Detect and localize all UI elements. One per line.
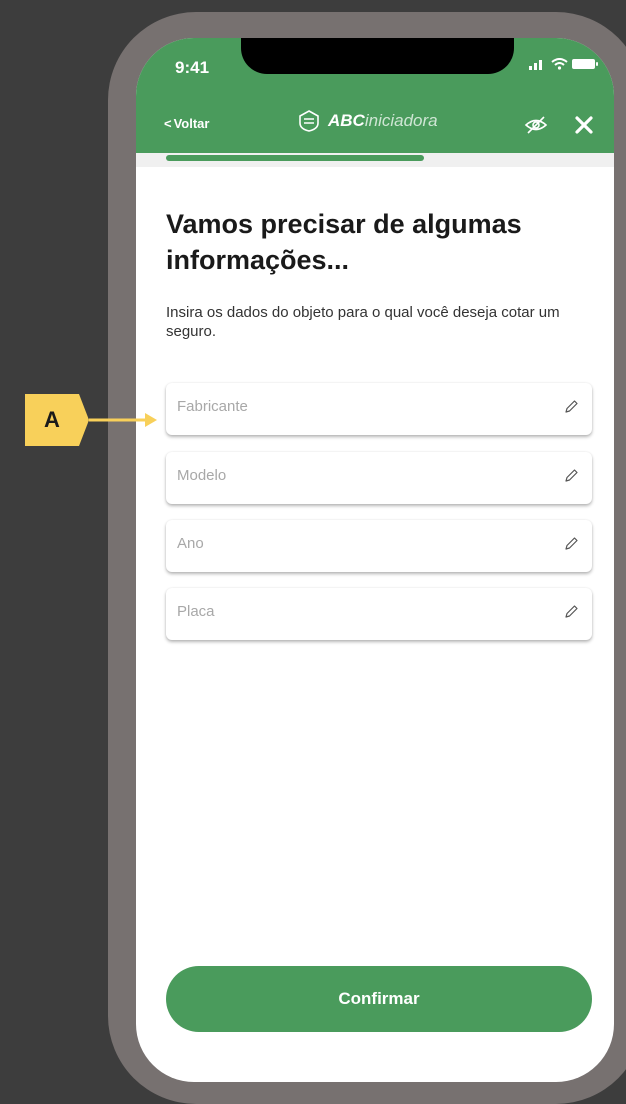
year-field[interactable]: Ano xyxy=(166,520,592,572)
chevron-left-icon: < xyxy=(164,116,172,131)
plate-placeholder: Placa xyxy=(177,603,215,620)
plate-field[interactable]: Placa xyxy=(166,588,592,640)
annotation-callout: A xyxy=(25,394,89,446)
manufacturer-field[interactable]: Fabricante xyxy=(166,383,592,435)
pencil-icon xyxy=(563,468,579,489)
notch xyxy=(241,38,514,74)
battery-icon xyxy=(572,59,598,69)
brand-name-light: iniciadora xyxy=(364,111,438,130)
back-button[interactable]: < Voltar xyxy=(164,116,209,131)
eye-off-icon xyxy=(524,116,548,134)
annotation-label: A xyxy=(44,407,60,432)
pencil-icon xyxy=(563,399,579,420)
page-title: Vamos precisar de algumas informações... xyxy=(166,209,522,275)
model-field[interactable]: Modelo xyxy=(166,452,592,504)
eye-off-button[interactable] xyxy=(524,116,548,139)
brand-name-bold: ABC xyxy=(328,111,365,130)
wifi-icon xyxy=(551,58,568,70)
close-button[interactable] xyxy=(574,115,594,140)
pencil-icon xyxy=(563,536,579,557)
pencil-icon xyxy=(563,604,579,625)
status-time: 9:41 xyxy=(175,58,210,77)
phone-screen: 9:41 < Voltar ABCiniciadora Vamos precis… xyxy=(136,38,614,1082)
top-navbar: < Voltar ABCiniciadora xyxy=(136,98,614,153)
year-placeholder: Ano xyxy=(177,535,204,552)
annotation-arrow-icon xyxy=(89,413,157,427)
model-placeholder: Modelo xyxy=(177,467,227,484)
status-icons xyxy=(529,58,598,70)
status-bar: 9:41 xyxy=(136,38,614,98)
page-subtitle: Insira os dados do objeto para o qual vo… xyxy=(166,304,560,340)
back-label: Voltar xyxy=(173,116,210,131)
brand-logo: ABCiniciadora xyxy=(298,110,438,132)
confirm-button[interactable]: Confirmar xyxy=(166,966,592,1032)
progress-bar xyxy=(166,155,424,161)
signal-icon xyxy=(529,60,542,70)
close-icon xyxy=(575,116,593,134)
shield-logo-icon xyxy=(299,110,319,132)
manufacturer-placeholder: Fabricante xyxy=(177,398,248,415)
